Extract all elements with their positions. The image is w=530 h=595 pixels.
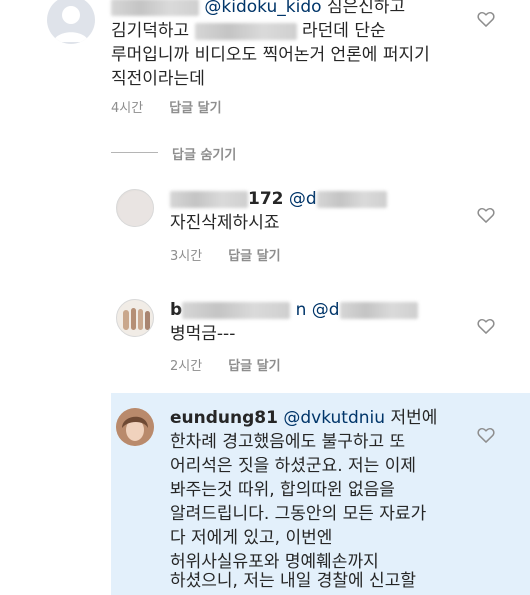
- redacted-username: [111, 0, 199, 16]
- comment-text: 라던데 단순: [302, 21, 386, 41]
- comment-meta: 2시간 답글 달기: [170, 355, 281, 374]
- comment-text: 병먹금---: [170, 324, 236, 344]
- timestamp: 4시간: [111, 101, 144, 116]
- comment-text: 심은신하고: [326, 0, 406, 17]
- avatar[interactable]: [116, 189, 154, 227]
- comment-line: 김기덕하고 라던데 단순: [111, 20, 386, 43]
- username-fragment[interactable]: 172: [248, 189, 284, 209]
- comment-text: 한차례 경고했음에도 불구하고 또: [170, 432, 406, 452]
- comment-meta: 4시간 답글 달기: [111, 97, 222, 116]
- default-avatar-icon: [53, 6, 89, 42]
- comment-username[interactable]: eundung81: [170, 408, 278, 428]
- redacted-text: [194, 22, 297, 40]
- comment-text: 어리석은 짓을 하셨군요. 저는 이제: [170, 456, 416, 476]
- heart-outline-icon[interactable]: [476, 9, 496, 29]
- heart-outline-icon[interactable]: [476, 316, 496, 336]
- comment-meta: 3시간 답글 달기: [170, 245, 281, 264]
- hide-replies-button[interactable]: 답글 숨기기: [172, 144, 236, 163]
- avatar[interactable]: [116, 408, 154, 446]
- comment-line: b n @d: [170, 299, 418, 322]
- comment-line: eundung81 @dvkutdniu 저번에: [170, 407, 437, 430]
- username-fragment[interactable]: b: [170, 300, 182, 320]
- avatar[interactable]: [47, 0, 95, 44]
- comment-text: 루머입니까 비디오도 찍어논거 언론에 퍼지기: [111, 45, 430, 65]
- replies-divider: [111, 152, 158, 153]
- avatar-photo-icon: [116, 408, 154, 446]
- comment-line: 172 @d: [170, 188, 387, 211]
- avatar-photo-icon: [118, 191, 153, 226]
- comment-text: 저번에: [390, 408, 438, 428]
- redacted-username: [182, 301, 291, 319]
- timestamp: 3시간: [170, 249, 203, 264]
- redacted-username: [170, 190, 248, 208]
- comment-text: 봐주는것 따위, 합의따윈 없음을: [170, 480, 395, 500]
- comment-text: 자진삭제하시죠: [170, 213, 280, 233]
- comment-line: @kidoku_kido 심은신하고: [111, 0, 405, 19]
- avatar[interactable]: [116, 299, 154, 337]
- comment-text: 김기덕하고: [111, 21, 190, 41]
- heart-outline-icon[interactable]: [476, 425, 496, 445]
- comment-text: 알려드립니다. 그동안의 모든 자료가: [170, 504, 427, 524]
- comment-text: 다 저에게 있고, 이번엔: [170, 528, 333, 548]
- mention-link[interactable]: @kidoku_kido: [204, 0, 321, 17]
- heart-outline-icon[interactable]: [476, 205, 496, 225]
- reply-button[interactable]: 답글 달기: [228, 249, 280, 264]
- mention-link[interactable]: n @d: [296, 300, 340, 320]
- comment-text: 하셨으니, 저는 내일 경찰에 신고할: [170, 571, 416, 591]
- mention-link[interactable]: @dvkutdniu: [283, 408, 385, 428]
- redacted-mention: [339, 301, 418, 319]
- avatar-photo-icon: [123, 308, 150, 330]
- redacted-mention: [316, 190, 387, 208]
- comment-text: 직전이라는데: [111, 69, 205, 89]
- reply-button[interactable]: 답글 달기: [169, 101, 221, 116]
- reply-button[interactable]: 답글 달기: [228, 359, 280, 374]
- timestamp: 2시간: [170, 359, 203, 374]
- mention-link[interactable]: @d: [289, 189, 317, 209]
